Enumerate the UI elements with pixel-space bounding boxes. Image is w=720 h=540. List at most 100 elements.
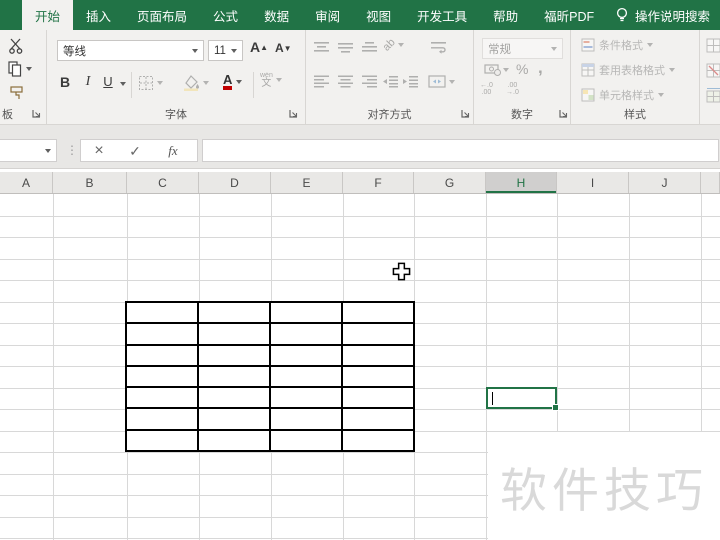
decrease-indent-button[interactable] <box>382 75 399 88</box>
table-cell[interactable] <box>198 408 270 430</box>
decrease-font-size-button[interactable]: A ▼ <box>275 41 292 55</box>
font-size-combo[interactable]: 11 <box>208 40 243 61</box>
table-cell[interactable] <box>342 302 414 324</box>
table-cell[interactable] <box>126 387 198 409</box>
tab-页面布局[interactable]: 页面布局 <box>124 0 200 30</box>
formula-input[interactable] <box>202 139 719 162</box>
table-cell[interactable] <box>270 344 342 366</box>
accounting-format-button[interactable] <box>484 63 509 76</box>
table-cell[interactable] <box>126 429 198 451</box>
decrease-decimal-button[interactable]: .00 →.0 <box>506 82 519 96</box>
top-align-button[interactable] <box>313 41 330 54</box>
column-header-I[interactable]: I <box>557 172 629 193</box>
tab-开发工具[interactable]: 开发工具 <box>404 0 480 30</box>
table-cell[interactable] <box>342 365 414 388</box>
enter-button[interactable]: ✓ <box>125 141 145 161</box>
underline-button[interactable]: U <box>101 74 115 89</box>
fill-color-button[interactable] <box>183 75 209 91</box>
table-cell[interactable] <box>270 429 342 451</box>
clipboard-dialog-launcher[interactable] <box>31 108 42 119</box>
tab-福昕PDF[interactable]: 福昕PDF <box>531 0 607 30</box>
increase-indent-button[interactable] <box>402 75 419 88</box>
table-cell[interactable] <box>126 365 198 388</box>
align-right-button[interactable] <box>361 75 378 88</box>
active-cell[interactable] <box>486 387 559 411</box>
delete-cells-button[interactable] <box>706 63 720 78</box>
column-header-C[interactable]: C <box>127 172 199 193</box>
table-cell[interactable] <box>126 323 198 345</box>
font-dialog-launcher[interactable] <box>288 108 299 119</box>
bold-button[interactable]: B <box>57 74 73 90</box>
tab-数据[interactable]: 数据 <box>251 0 302 30</box>
increase-font-size-button[interactable]: A ▲ <box>250 39 268 55</box>
table-cell[interactable] <box>342 429 414 451</box>
tab-公式[interactable]: 公式 <box>200 0 251 30</box>
table-cell[interactable] <box>270 302 342 324</box>
table-cell[interactable] <box>126 408 198 430</box>
underline-options-arrow[interactable] <box>120 82 126 86</box>
column-header-F[interactable]: F <box>343 172 414 193</box>
table-cell[interactable] <box>270 365 342 388</box>
number-format-combo[interactable]: 常规 <box>482 38 563 59</box>
table-cell[interactable] <box>270 408 342 430</box>
column-header-partial[interactable] <box>701 172 720 193</box>
table-cell[interactable] <box>342 408 414 430</box>
comma-style-button[interactable]: , <box>538 58 543 78</box>
merge-center-button[interactable] <box>428 75 455 88</box>
font-name-combo[interactable]: 等线 <box>57 40 204 61</box>
italic-button[interactable]: I <box>81 74 95 90</box>
conditional-formatting-button[interactable]: 条件格式 <box>581 37 653 53</box>
cancel-button[interactable]: × <box>89 141 109 161</box>
column-header-J[interactable]: J <box>629 172 701 193</box>
number-dialog-launcher[interactable] <box>558 108 569 119</box>
column-header-H[interactable]: H <box>486 172 557 193</box>
center-button[interactable] <box>337 75 354 88</box>
tab-视图[interactable]: 视图 <box>353 0 404 30</box>
format-painter-button[interactable] <box>9 85 24 101</box>
name-box[interactable] <box>0 139 57 162</box>
table-cell[interactable] <box>198 387 270 409</box>
column-header-D[interactable]: D <box>199 172 271 193</box>
bottom-align-button[interactable] <box>361 41 378 54</box>
phonetic-guide-button[interactable]: wén 文 <box>260 72 282 89</box>
format-as-table-button[interactable]: 套用表格格式 <box>581 62 675 78</box>
table-cell[interactable] <box>126 302 198 324</box>
table-cell[interactable] <box>342 344 414 366</box>
table-cell[interactable] <box>198 365 270 388</box>
alignment-dialog-launcher[interactable] <box>460 108 471 119</box>
table-cell[interactable] <box>270 323 342 345</box>
column-header-A[interactable]: A <box>0 172 53 193</box>
orientation-button[interactable]: ab <box>381 36 405 54</box>
align-left-button[interactable] <box>313 75 330 88</box>
percent-style-button[interactable]: % <box>516 61 528 77</box>
column-header-G[interactable]: G <box>414 172 486 193</box>
middle-align-button[interactable] <box>337 41 354 54</box>
font-color-button[interactable]: A <box>223 73 243 90</box>
table-cell[interactable] <box>198 344 270 366</box>
table-cell[interactable] <box>198 323 270 345</box>
column-header-E[interactable]: E <box>271 172 343 193</box>
table-cell[interactable] <box>126 344 198 366</box>
tab-开始[interactable]: 开始 <box>22 0 74 30</box>
name-box-arrow[interactable] <box>45 148 51 153</box>
borders-button[interactable] <box>138 75 163 91</box>
insert-cells-button[interactable] <box>706 38 720 53</box>
tab-插入[interactable]: 插入 <box>73 0 124 30</box>
format-cells-button[interactable] <box>706 88 720 103</box>
fill-handle[interactable] <box>552 404 559 411</box>
insert-function-button[interactable]: fx <box>161 141 185 161</box>
column-header-B[interactable]: B <box>53 172 127 193</box>
tab-审阅[interactable]: 审阅 <box>302 0 353 30</box>
table-cell[interactable] <box>198 429 270 451</box>
increase-decimal-button[interactable]: ←.0 .00 <box>480 82 493 96</box>
table-cell[interactable] <box>342 387 414 409</box>
table-cell[interactable] <box>342 323 414 345</box>
formula-bar-grip[interactable]: ⋮ <box>66 143 78 157</box>
cut-button[interactable] <box>8 38 25 54</box>
table-cell[interactable] <box>270 387 342 409</box>
table-cell[interactable] <box>198 302 270 324</box>
cell-styles-button[interactable]: 单元格样式 <box>581 87 664 103</box>
wrap-text-button[interactable] <box>430 41 447 54</box>
tab-帮助[interactable]: 帮助 <box>480 0 531 30</box>
sheet-grid[interactable]: 软件技巧 <box>0 194 720 540</box>
